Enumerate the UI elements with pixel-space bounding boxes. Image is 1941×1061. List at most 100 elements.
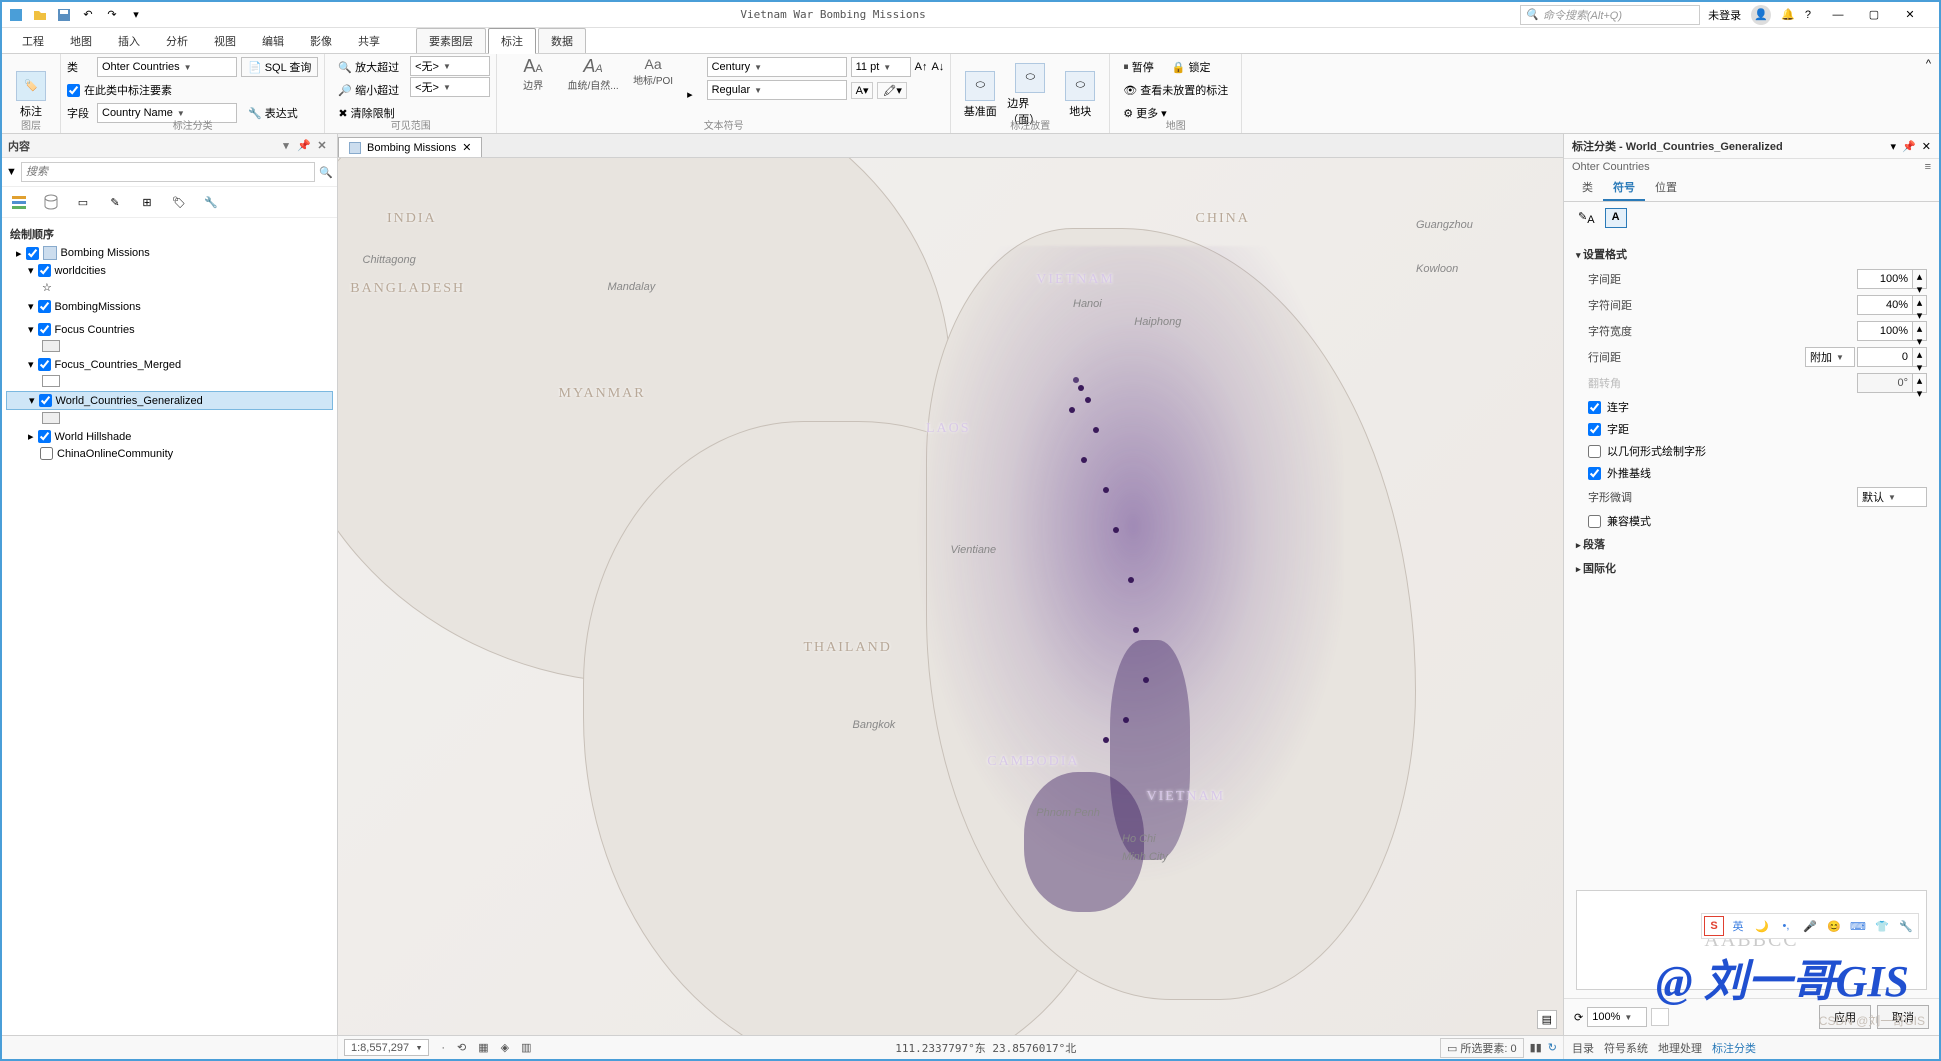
zoom-out-beyond-button[interactable]: 🔎缩小超过 [331,80,406,100]
ime-mic-icon[interactable]: 🎤 [1800,916,1820,936]
letter-spacing-input[interactable] [1857,295,1913,315]
new-project-icon[interactable] [6,5,26,25]
ime-skin-icon[interactable]: 👕 [1872,916,1892,936]
contents-close-icon[interactable]: ✕ [313,139,331,152]
glyph-hint-dropdown[interactable]: 默认▼ [1857,487,1927,507]
map-scale[interactable]: 1:8,557,297 ▾ [344,1039,429,1056]
user-icon[interactable]: 👤 [1751,5,1771,25]
list-by-perception-icon[interactable]: 🔧 [200,191,222,213]
section-format[interactable]: 设置格式 [1576,242,1927,266]
line-spacing-mode-dropdown[interactable]: 附加▼ [1805,347,1855,367]
extrapolate-checkbox[interactable] [1588,467,1601,480]
font-family-dropdown[interactable]: Century▼ [707,57,847,77]
style-gallery-arrow[interactable]: ▸ [683,88,697,101]
panel-dropdown-icon[interactable]: ▾ [1891,140,1897,153]
map-canvas[interactable]: INDIA BANGLADESH MYANMAR CHINA VIETNAM L… [338,158,1563,1035]
tab-edit[interactable]: 编辑 [250,29,296,53]
sb-tab-labelclass[interactable]: 标注分类 [1712,1040,1756,1056]
map-options-icon[interactable]: ▤ [1537,1010,1557,1029]
tab-share[interactable]: 共享 [346,29,392,53]
command-search[interactable]: 🔍 命令搜索(Alt+Q) [1520,5,1700,25]
minimize-button[interactable]: — [1821,4,1855,26]
close-tab-icon[interactable]: ✕ [462,141,471,154]
sb-icon[interactable]: ▥ [521,1041,531,1054]
qat-dropdown-icon[interactable]: ▾ [126,5,146,25]
highlight-color-icon[interactable]: 🖍▾ [877,82,907,99]
lock-button[interactable]: 🔒锁定 [1165,57,1218,77]
tab-analysis[interactable]: 分析 [154,29,200,53]
ime-keyboard-icon[interactable]: ⌨ [1848,916,1868,936]
tab-labeling[interactable]: 标注 [488,28,536,54]
ribbon-collapse-icon[interactable]: ^ [1918,54,1939,74]
sb-tab-catalog[interactable]: 目录 [1572,1040,1594,1056]
section-paragraph[interactable]: 段落 [1576,532,1927,556]
sb-tab-symbology[interactable]: 符号系统 [1604,1040,1648,1056]
list-by-labeling-icon[interactable]: 🏷 [168,191,190,213]
word-spacing-input[interactable] [1857,269,1913,289]
ligatures-checkbox[interactable] [1588,401,1601,414]
refresh-icon[interactable]: ↻ [1548,1041,1557,1054]
tab-insert[interactable]: 插入 [106,29,152,53]
zoom-reset-icon[interactable]: ⟳ [1574,1011,1583,1024]
rotate-icon[interactable]: ⟲ [457,1041,466,1054]
list-by-drawing-icon[interactable] [8,191,30,213]
rp-tab-position[interactable]: 位置 [1645,175,1687,201]
contents-pin-icon[interactable]: 📌 [295,139,313,152]
kerning-checkbox[interactable] [1588,423,1601,436]
toc-layer-focus-countries[interactable]: ▾Focus Countries [6,321,333,338]
ime-punct-icon[interactable]: •, [1776,916,1796,936]
toc-layer-worldcities[interactable]: ▾worldcities [6,262,333,279]
class-dropdown[interactable]: Ohter Countries▼ [97,57,237,77]
save-icon[interactable] [54,5,74,25]
toc-layer-china-online[interactable]: ChinaOnlineCommunity [6,445,333,462]
toc-layer-focus-merged[interactable]: ▾Focus_Countries_Merged [6,356,333,373]
rp-tab-symbol[interactable]: 符号 [1603,175,1645,201]
tab-view[interactable]: 视图 [202,29,248,53]
contents-search-input[interactable] [21,162,315,182]
undo-icon[interactable]: ↶ [78,5,98,25]
signin-label[interactable]: 未登录 [1708,7,1741,23]
decrease-font-icon[interactable]: A↓ [931,61,944,73]
pause-draw-icon[interactable]: ▮▮ [1530,1041,1542,1054]
map-tab[interactable]: Bombing Missions ✕ [338,137,482,157]
tab-data[interactable]: 数据 [538,28,586,53]
tab-project[interactable]: 工程 [10,29,56,53]
letter-width-input[interactable] [1857,321,1913,341]
font-size-dropdown[interactable]: 11 pt▼ [851,57,911,77]
panel-menu-icon[interactable]: ≡ [1925,161,1931,173]
tab-feature-layer[interactable]: 要素图层 [416,28,486,53]
list-by-snapping-icon[interactable]: ⊞ [136,191,158,213]
sb-icon[interactable]: ▦ [478,1041,488,1054]
list-by-editing-icon[interactable]: ✎ [104,191,126,213]
general-mode-icon[interactable]: ✎A [1574,208,1599,228]
redo-icon[interactable]: ↷ [102,5,122,25]
increase-font-icon[interactable]: A↑ [915,61,928,73]
ime-emoji-icon[interactable]: 😊 [1824,916,1844,936]
sql-query-button[interactable]: 📄SQL 查询 [241,57,318,77]
maximize-button[interactable]: ▢ [1857,4,1891,26]
ime-lang-icon[interactable]: 英 [1728,916,1748,936]
line-spacing-input[interactable] [1857,347,1913,367]
min-scale-dropdown[interactable]: <无>▼ [410,77,490,97]
contents-dropdown-icon[interactable]: ▾ [277,139,295,152]
rp-tab-class[interactable]: 类 [1572,175,1603,201]
panel-pin-icon[interactable]: 📌 [1902,140,1916,153]
label-in-class-checkbox[interactable] [67,84,80,97]
sb-icon[interactable]: ◈ [501,1041,509,1054]
geom-glyph-checkbox[interactable] [1588,445,1601,458]
pause-button[interactable]: ⏸暂停 [1116,57,1161,77]
selection-chip[interactable]: ▭ 所选要素: 0 [1440,1038,1524,1058]
font-style-dropdown[interactable]: Regular▼ [707,80,847,100]
max-scale-dropdown[interactable]: <无>▼ [410,56,490,76]
compat-mode-checkbox[interactable] [1588,515,1601,528]
close-button[interactable]: ✕ [1893,4,1927,26]
toc-layer-hillshade[interactable]: ▸World Hillshade [6,428,333,445]
preview-bg-icon[interactable] [1651,1008,1669,1026]
toc-layer-world-countries[interactable]: ▾World_Countries_Generalized [6,391,333,410]
filter-icon[interactable]: ▼ [6,166,17,178]
help-icon[interactable]: ? [1805,9,1811,21]
ime-sogou-icon[interactable]: S [1704,916,1724,936]
list-by-source-icon[interactable] [40,191,62,213]
tab-map[interactable]: 地图 [58,29,104,53]
font-color-icon[interactable]: A▾ [851,82,874,99]
